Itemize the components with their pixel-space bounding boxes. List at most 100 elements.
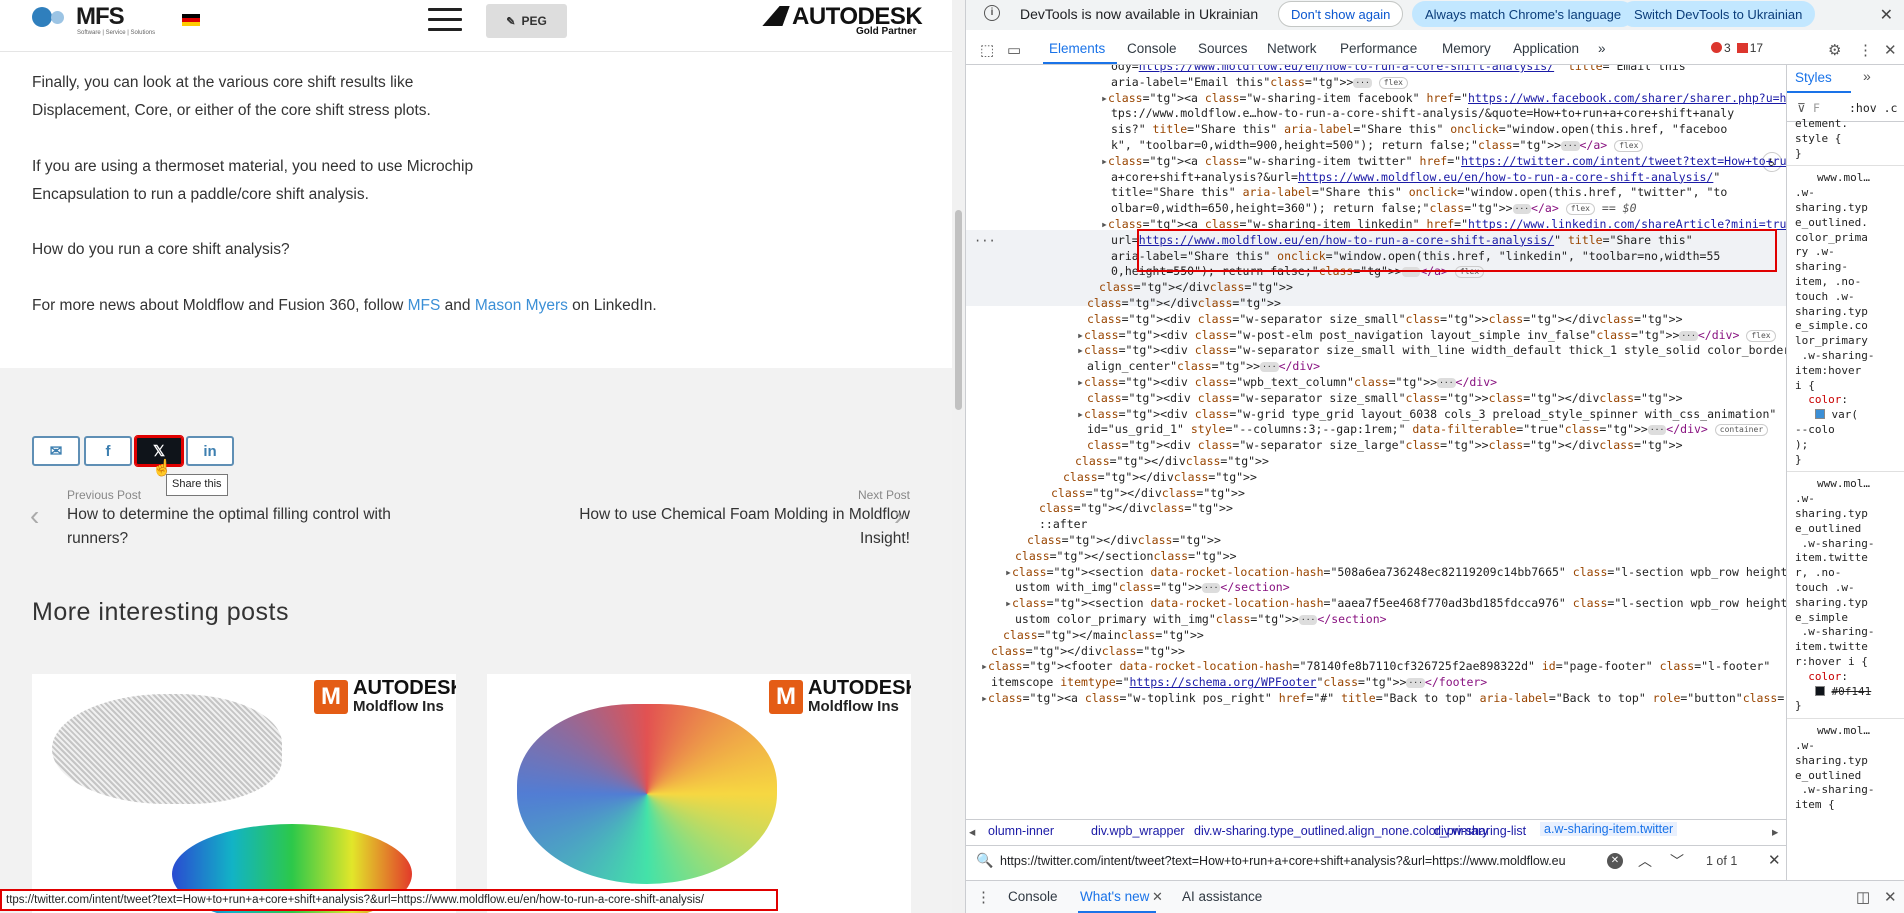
always-match-language-button[interactable]: Always match Chrome's language bbox=[1412, 1, 1635, 27]
dom-node-line[interactable]: ustom color_primary with_img"class="tg">… bbox=[1015, 612, 1387, 628]
breadcrumb-item[interactable]: div.wpb_wrapper bbox=[1091, 824, 1185, 838]
style-line[interactable]: element. bbox=[1795, 117, 1848, 132]
hamburger-menu-icon[interactable] bbox=[428, 8, 462, 34]
style-line[interactable]: e_outlined. bbox=[1795, 216, 1868, 231]
drawer-tab-whats-new[interactable]: What's new bbox=[1080, 889, 1149, 904]
style-line[interactable]: touch .w- bbox=[1795, 290, 1855, 305]
dom-node-line[interactable]: class="tg"></divclass="tg">> bbox=[991, 644, 1185, 660]
tab-network[interactable]: Network bbox=[1267, 41, 1317, 56]
style-line[interactable]: item.twitte bbox=[1795, 640, 1868, 655]
more-tabs-icon[interactable]: » bbox=[1598, 41, 1606, 56]
style-line[interactable]: item { bbox=[1795, 798, 1835, 813]
close-search-icon[interactable]: ✕ bbox=[1768, 851, 1781, 869]
dom-node-line[interactable]: ▸class="tg"><div class="w-separator size… bbox=[1077, 343, 1786, 359]
tab-performance[interactable]: Performance bbox=[1340, 41, 1417, 56]
share-email-button[interactable]: ✉ bbox=[32, 436, 80, 466]
dock-side-icon[interactable]: ◫ bbox=[1856, 888, 1870, 906]
dom-node-line[interactable]: class="tg"></divclass="tg">> bbox=[1027, 533, 1221, 549]
drawer-menu-icon[interactable]: ⋮ bbox=[976, 888, 991, 906]
style-line[interactable]: sharing.typ bbox=[1795, 754, 1868, 769]
post-card[interactable]: M AUTODESK Moldflow Ins bbox=[32, 674, 456, 913]
switch-to-ukrainian-button[interactable]: Switch DevTools to Ukrainian bbox=[1621, 1, 1816, 27]
dom-node-line[interactable]: id="us_grid_1" style="--columns:3;--gap:… bbox=[1087, 422, 1769, 438]
dom-node-line[interactable]: a+core+shift+analysis?&url=https://www.m… bbox=[1111, 170, 1720, 186]
style-line[interactable]: item.twitte bbox=[1795, 551, 1868, 566]
style-line[interactable]: item:hover bbox=[1795, 364, 1861, 379]
style-line[interactable]: --colo bbox=[1795, 423, 1835, 438]
more-options-icon[interactable]: ⋮ bbox=[1858, 41, 1873, 59]
tab-memory[interactable]: Memory bbox=[1442, 41, 1491, 56]
style-line[interactable]: www.mol… bbox=[1817, 724, 1870, 739]
style-line[interactable]: .w-sharing- bbox=[1795, 349, 1875, 364]
chevron-right-icon[interactable]: › bbox=[894, 500, 903, 532]
dom-node-line[interactable]: ▸class="tg"><a class="w-toplink pos_righ… bbox=[981, 691, 1786, 707]
close-devtools-icon[interactable]: ✕ bbox=[1884, 41, 1897, 59]
breadcrumb-item-active[interactable]: a.w-sharing-item.twitter bbox=[1540, 822, 1678, 836]
style-line[interactable]: ); bbox=[1795, 438, 1808, 453]
more-panes-icon[interactable]: » bbox=[1863, 69, 1871, 84]
post-card[interactable]: M AUTODESK Moldflow Ins bbox=[487, 674, 911, 913]
dom-node-line[interactable]: ody=https://www.moldflow.eu/en/how-to-ru… bbox=[1111, 65, 1693, 75]
node-ellipsis-icon[interactable]: ··· bbox=[974, 234, 996, 250]
previous-match-icon[interactable]: ︿ bbox=[1638, 851, 1652, 871]
dom-node-line[interactable]: olbar=0,width=650,height=360"); return f… bbox=[1111, 201, 1637, 217]
dont-show-again-button[interactable]: Don't show again bbox=[1278, 1, 1404, 27]
tab-application[interactable]: Application bbox=[1513, 41, 1579, 56]
style-line[interactable]: e_outlined bbox=[1795, 522, 1861, 537]
close-drawer-icon[interactable]: ✕ bbox=[1884, 888, 1897, 906]
dom-node-line[interactable]: sis?" title="Share this" aria-label="Sha… bbox=[1111, 122, 1727, 138]
dom-node-line[interactable]: ▸class="tg"><section data-rocket-locatio… bbox=[1005, 565, 1786, 581]
german-flag-icon[interactable] bbox=[182, 14, 200, 26]
issue-counters[interactable]: 3 17 bbox=[1711, 41, 1763, 55]
share-facebook-button[interactable]: f bbox=[84, 436, 132, 466]
dom-node-line[interactable]: itemscope itemtype="https://schema.org/W… bbox=[991, 675, 1487, 691]
style-line[interactable]: .w- bbox=[1795, 186, 1815, 201]
inspect-element-icon[interactable]: ⬚ bbox=[980, 41, 994, 59]
settings-gear-icon[interactable]: ⚙ bbox=[1828, 41, 1841, 59]
dom-node-line[interactable]: ▸class="tg"><div class="w-grid type_grid… bbox=[1077, 407, 1776, 423]
elements-tree[interactable]: ··· ♿ ody=https://www.moldflow.eu/en/how… bbox=[966, 65, 1786, 818]
dom-node-line[interactable]: aria-label="Email this"class="tg">> ··· f… bbox=[1111, 75, 1408, 91]
style-line[interactable]: } bbox=[1795, 453, 1802, 468]
style-line[interactable]: r, .no- bbox=[1795, 566, 1841, 581]
style-line[interactable]: color: bbox=[1795, 393, 1848, 408]
search-input[interactable]: https://twitter.com/intent/tweet?text=Ho… bbox=[1000, 854, 1600, 868]
style-line[interactable]: #0f141 bbox=[1795, 685, 1871, 700]
tab-console[interactable]: Console bbox=[1127, 41, 1177, 56]
style-line[interactable]: } bbox=[1795, 147, 1802, 162]
style-line[interactable]: e_simple bbox=[1795, 611, 1848, 626]
style-line[interactable]: .w-sharing- bbox=[1795, 537, 1875, 552]
style-line[interactable]: color: bbox=[1795, 670, 1848, 685]
dom-node-line[interactable]: ustom with_img"class="tg">> ··· </section> bbox=[1015, 580, 1290, 596]
dom-node-line[interactable]: class="tg"><div class="w-separator size_… bbox=[1087, 391, 1683, 407]
style-line[interactable]: style { bbox=[1795, 132, 1841, 147]
dom-node-line[interactable]: class="tg"></divclass="tg">> bbox=[1099, 280, 1293, 296]
next-post-link[interactable]: How to use Chemical Foam Molding in Mold… bbox=[579, 503, 910, 551]
page-scrollbar[interactable] bbox=[952, 0, 965, 913]
style-line[interactable]: sharing.typ bbox=[1795, 596, 1868, 611]
breadcrumb-item[interactable]: div.w-sharing-list bbox=[1434, 824, 1526, 838]
previous-post-link[interactable]: How to determine the optimal filling con… bbox=[67, 503, 391, 551]
drawer-tab-console[interactable]: Console bbox=[1008, 889, 1058, 904]
style-line[interactable]: r:hover i { bbox=[1795, 655, 1868, 670]
dom-node-line[interactable]: ▸class="tg"><div class="w-post-elm post_… bbox=[1077, 328, 1776, 344]
tab-sources[interactable]: Sources bbox=[1198, 41, 1248, 56]
dom-node-line[interactable]: ::after bbox=[1039, 517, 1087, 533]
close-tab-icon[interactable]: ✕ bbox=[1152, 889, 1163, 905]
dom-node-line[interactable]: ▸class="tg"><footer data-rocket-location… bbox=[981, 659, 1770, 675]
style-line[interactable]: item, .no- bbox=[1795, 275, 1861, 290]
mfs-logo-mark[interactable] bbox=[32, 7, 52, 27]
next-match-icon[interactable]: ﹀ bbox=[1670, 851, 1684, 871]
filter-icon[interactable]: ⊽ bbox=[1797, 101, 1806, 116]
style-line[interactable]: www.mol… bbox=[1817, 171, 1870, 186]
device-toolbar-icon[interactable]: ▭ bbox=[1007, 41, 1021, 59]
dom-node-line[interactable]: class="tg"><div class="w-separator size_… bbox=[1087, 312, 1683, 328]
dom-node-line[interactable]: ▸class="tg"><section data-rocket-locatio… bbox=[1005, 596, 1786, 612]
style-line[interactable]: sharing.typ bbox=[1795, 507, 1868, 522]
tab-elements[interactable]: Elements bbox=[1049, 41, 1105, 56]
dom-node-line[interactable]: tps://www.moldflow.e…how-to-run-a-core-s… bbox=[1111, 106, 1734, 122]
style-line[interactable]: sharing- bbox=[1795, 260, 1848, 275]
tab-styles[interactable]: Styles bbox=[1795, 70, 1832, 86]
mason-myers-link[interactable]: Mason Myers bbox=[475, 297, 568, 314]
peg-button[interactable]: ✎ PEG bbox=[486, 4, 567, 38]
